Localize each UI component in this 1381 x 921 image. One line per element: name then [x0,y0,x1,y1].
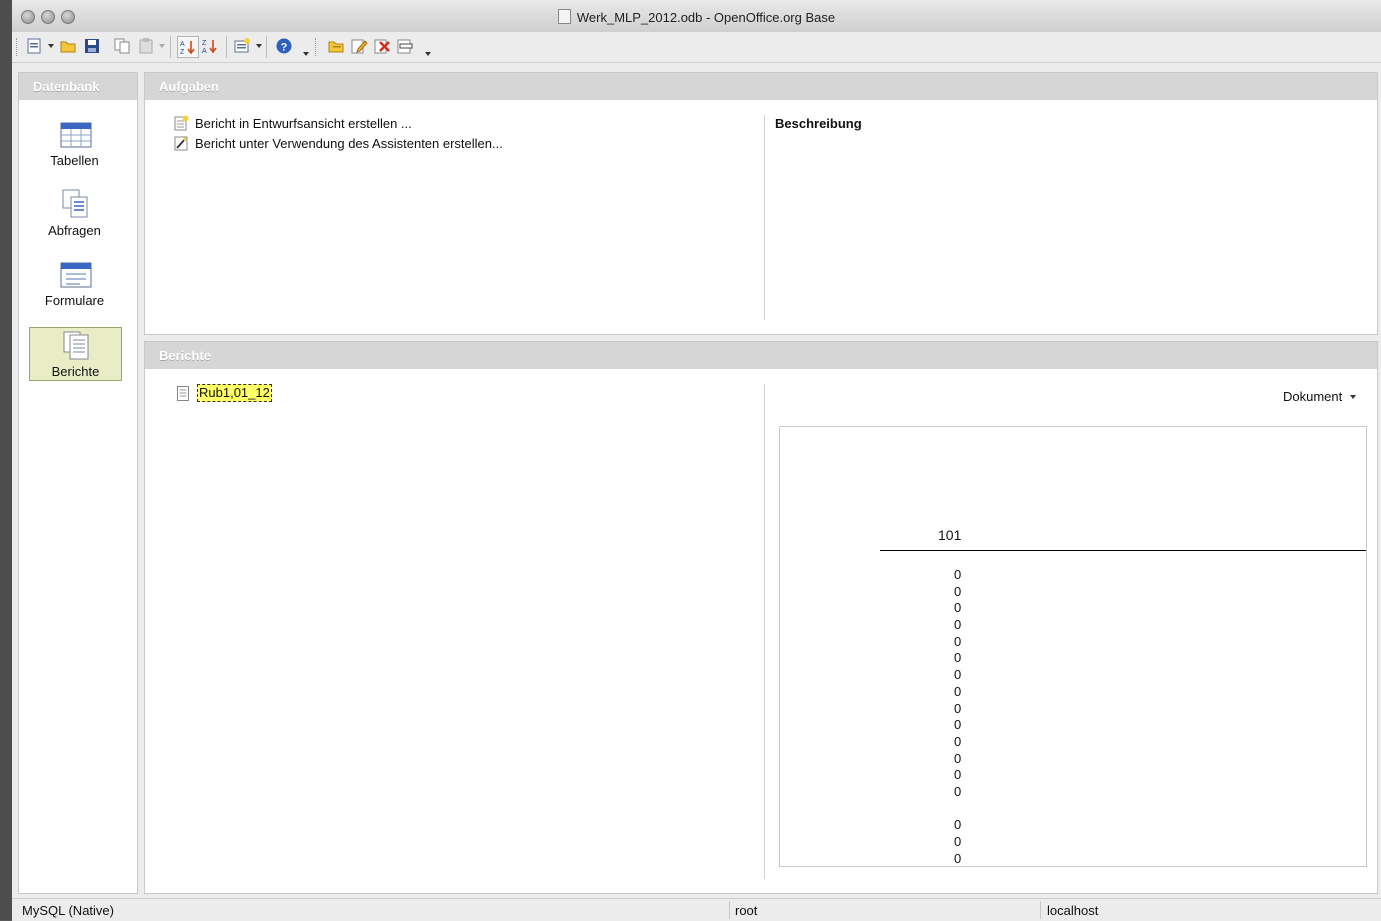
toolbar-separator [266,36,267,58]
toolbar-grip[interactable] [315,38,319,56]
paste-dropdown-arrow[interactable] [159,44,165,48]
panel-divider [764,384,765,879]
description-label: Beschreibung [775,116,862,131]
preview-value: 0 [954,750,962,766]
toolbar-separator [170,36,171,58]
preview-value: 0 [954,667,962,683]
wizard-icon [174,136,188,151]
preview-value: 0 [954,600,962,616]
form-icon [60,262,91,288]
panel-divider [764,115,765,320]
preview-value: 0 [954,850,962,866]
toolbar-grip[interactable] [16,38,20,56]
paste-icon[interactable] [136,36,156,56]
sidebar-item-label: Berichte [51,364,100,379]
status-user: root [735,903,758,918]
open-icon[interactable] [58,36,78,56]
copy-icon[interactable] [112,36,132,56]
preview-value [954,801,961,818]
window-title-wrap: Werk_MLP_2012.odb - OpenOffice.org Base [12,9,1381,25]
svg-text:Z: Z [202,40,207,47]
document-icon [557,9,571,24]
svg-text:?: ? [281,42,288,54]
svg-text:A: A [180,41,185,48]
design-view-icon [174,115,189,131]
sidebar-item-forms[interactable]: Formulare [29,257,120,309]
reports-panel-header: Berichte [145,342,1377,369]
toolbar-overflow-arrow[interactable] [425,52,431,56]
standard-toolbar: AZ ZA ? [12,32,1381,63]
window-title: Werk_MLP_2012.odb - OpenOffice.org Base [576,10,836,25]
desktop-background [0,0,12,920]
report-name[interactable]: Rub1,01_12 [197,384,272,402]
preview-value: 0 [954,817,962,833]
task-label: Bericht unter Verwendung des Assistenten… [195,135,503,151]
preview-header-value: 101 [938,527,962,543]
form-icon[interactable] [232,36,252,56]
report-icon [63,331,88,360]
document-preview: 101 00000000000000000 [779,426,1367,867]
preview-value: 0 [954,767,962,783]
edit-icon[interactable] [349,36,369,56]
sidebar-item-label: Abfragen [48,223,101,238]
preview-mode-dropdown[interactable]: Dokument [1283,389,1357,404]
open-object-icon[interactable] [326,36,346,56]
tasks-panel: Aufgaben Bericht in Entwurfsansicht erst… [144,72,1378,335]
preview-value: 0 [954,733,962,749]
rename-icon[interactable] [395,36,415,56]
preview-value: 0 [954,783,962,799]
status-separator [729,901,730,919]
task-create-report-design-view[interactable]: Bericht in Entwurfsansicht erstellen ... [173,115,412,131]
preview-value: 0 [954,717,962,733]
sidebar-item-label: Tabellen [50,153,99,168]
sort-ascending-icon[interactable]: AZ [177,36,199,58]
sidebar-item-tables[interactable]: Tabellen [29,117,120,169]
preview-values-list: 00000000000000000 [954,567,962,866]
delete-icon[interactable] [372,36,392,56]
preview-value: 0 [954,700,962,716]
help-icon[interactable]: ? [274,36,294,56]
database-panel: Datenbank Tabellen Abfragen Formulare Be… [18,72,138,894]
preview-mode-label: Dokument [1283,389,1343,404]
toolbar-separator [226,36,227,58]
preview-value: 0 [954,633,962,649]
status-host: localhost [1047,903,1099,918]
task-label: Bericht in Entwurfsansicht erstellen ... [195,115,412,131]
application-window: Werk_MLP_2012.odb - OpenOffice.org Base … [12,0,1381,921]
preview-value: 0 [954,650,962,666]
preview-value: 0 [954,617,962,633]
query-icon [62,189,87,218]
svg-text:Z: Z [180,49,185,56]
tasks-panel-header: Aufgaben [145,73,1377,100]
list-item-report[interactable]: Rub1,01_12 [177,384,272,402]
preview-value: 0 [954,583,962,599]
sidebar-item-queries[interactable]: Abfragen [29,187,120,239]
status-separator [1040,901,1041,919]
status-driver: MySQL (Native) [22,903,114,918]
svg-text:A: A [202,48,207,55]
preview-value: 0 [954,834,962,849]
form-dropdown-arrow[interactable] [256,44,262,48]
preview-rule [880,550,1366,551]
toolbar-overflow-arrow[interactable] [303,52,309,56]
database-panel-header: Datenbank [19,73,137,100]
table-icon [60,122,91,148]
title-bar: Werk_MLP_2012.odb - OpenOffice.org Base [12,0,1381,33]
reports-panel: Berichte Rub1,01_12 Dokument 101 0000000… [144,341,1378,894]
new-dropdown-arrow[interactable] [48,44,54,48]
preview-value: 0 [954,567,962,582]
report-document-icon [177,385,189,401]
status-bar: MySQL (Native) root localhost [12,898,1381,921]
chevron-down-icon [1350,394,1357,399]
sidebar-item-reports[interactable]: Berichte [29,327,122,381]
sidebar-item-label: Formulare [44,293,105,308]
task-create-report-wizard[interactable]: Bericht unter Verwendung des Assistenten… [173,135,503,151]
new-icon[interactable] [24,36,44,56]
sort-descending-icon[interactable]: ZA [200,36,220,56]
save-icon[interactable] [82,36,102,56]
preview-value: 0 [954,683,962,699]
